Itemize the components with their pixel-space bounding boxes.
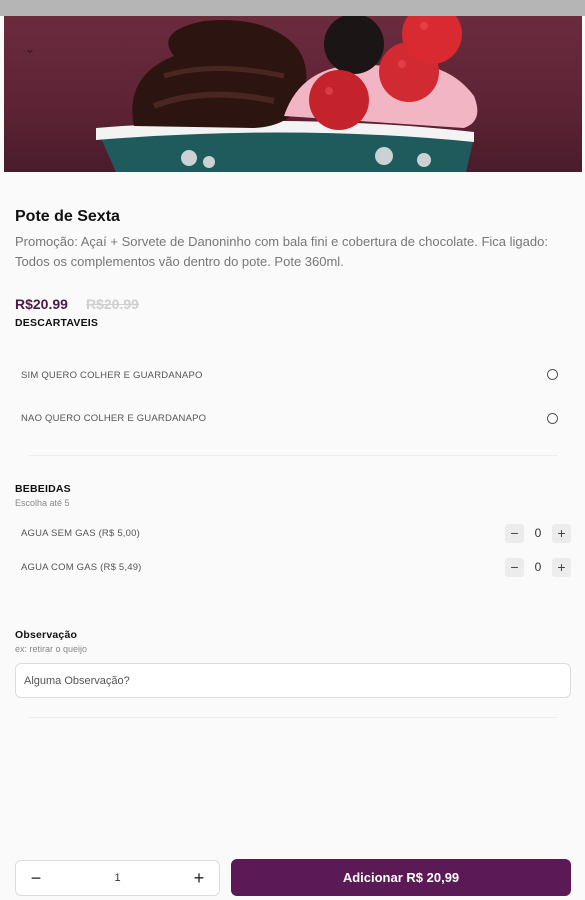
plus-icon[interactable]: + xyxy=(552,558,571,577)
option-label: SIM QUERO COLHER E GUARDANAPO xyxy=(21,370,203,381)
status-bar xyxy=(0,0,585,16)
add-to-cart-button[interactable]: Adicionar R$ 20,99 xyxy=(231,859,571,896)
option-radio-nao[interactable] xyxy=(547,413,558,424)
option-radio-sim[interactable] xyxy=(547,369,558,380)
drink-qty: 0 xyxy=(534,560,542,574)
observacao-title: Observação xyxy=(15,629,78,641)
plus-icon[interactable]: + xyxy=(552,524,571,543)
drink-label: AGUA SEM GAS (R$ 5,00) xyxy=(21,528,140,539)
product-image: ⌄ xyxy=(4,16,582,172)
drink-stepper: − 0 + xyxy=(505,558,571,578)
bebidas-title: BEBEIDAS xyxy=(15,483,71,495)
drink-label: AGUA COM GAS (R$ 5,49) xyxy=(21,562,142,573)
product-price: R$20.99 xyxy=(15,296,68,312)
product-description: Promoção: Açaí + Sorvete de Danoninho co… xyxy=(15,234,548,269)
product-title: Pote de Sexta xyxy=(15,208,120,225)
descartaveis-title: DESCARTAVEIS xyxy=(15,317,99,329)
observacao-hint: ex: retirar o queijo xyxy=(15,644,88,654)
minus-icon[interactable]: − xyxy=(16,861,56,895)
quantity-stepper: − 1 + xyxy=(15,860,220,896)
minus-icon[interactable]: − xyxy=(505,558,524,577)
chevron-down-icon[interactable]: ⌄ xyxy=(24,40,40,56)
product-old-price: R$20.99 xyxy=(86,296,139,312)
divider xyxy=(28,717,558,718)
drink-qty: 0 xyxy=(534,526,542,540)
minus-icon[interactable]: − xyxy=(505,524,524,543)
plus-icon[interactable]: + xyxy=(179,861,219,895)
bebidas-subtitle: Escolha até 5 xyxy=(15,498,70,508)
option-label: NAO QUERO COLHER E GUARDANAPO xyxy=(21,413,207,424)
drink-stepper: − 0 + xyxy=(505,524,571,544)
divider xyxy=(28,455,558,456)
quantity-value: 1 xyxy=(114,872,121,884)
observation-input[interactable] xyxy=(15,663,571,698)
